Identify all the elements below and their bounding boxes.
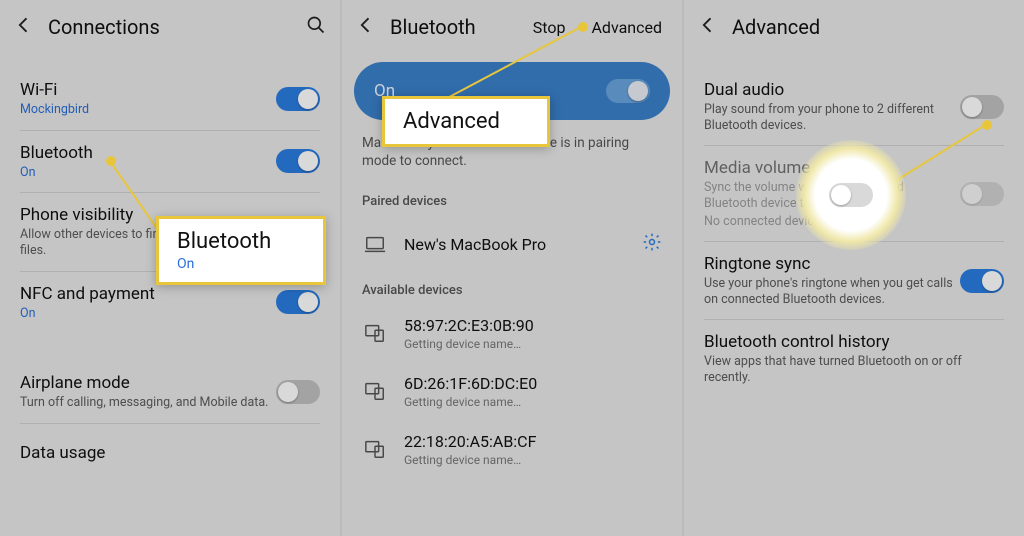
available-device[interactable]: 58:97:2C:E3:0B:90 Getting device name… bbox=[342, 304, 682, 362]
callout-title: Advanced bbox=[403, 109, 529, 134]
devices-icon bbox=[362, 380, 388, 402]
callout-advanced: Advanced bbox=[382, 96, 550, 147]
bluetooth-title: Bluetooth bbox=[20, 143, 276, 163]
dual-audio-toggle[interactable] bbox=[960, 95, 1004, 119]
search-icon[interactable] bbox=[306, 15, 326, 39]
dual-audio-title: Dual audio bbox=[704, 80, 960, 100]
available-device[interactable]: 6D:26:1F:6D:DC:E0 Getting device name… bbox=[342, 362, 682, 420]
device-mac: 58:97:2C:E3:0B:90 bbox=[404, 316, 662, 335]
devices-icon bbox=[362, 322, 388, 344]
nfc-sub: On bbox=[20, 306, 276, 322]
laptop-icon bbox=[362, 233, 388, 255]
row-bluetooth[interactable]: Bluetooth On bbox=[0, 131, 340, 193]
row-airplane[interactable]: Airplane mode Turn off calling, messagin… bbox=[0, 361, 340, 423]
history-sub: View apps that have turned Bluetooth on … bbox=[704, 354, 1004, 385]
available-header: Available devices bbox=[342, 273, 682, 304]
screen-bluetooth: Bluetooth Stop Advanced On Make sure you… bbox=[342, 0, 684, 536]
device-status: Getting device name… bbox=[404, 453, 662, 467]
nfc-title: NFC and payment bbox=[20, 284, 276, 304]
header-title: Bluetooth bbox=[390, 15, 476, 39]
wifi-toggle[interactable] bbox=[276, 87, 320, 111]
advanced-action[interactable]: Advanced bbox=[585, 18, 668, 37]
header: Connections bbox=[0, 0, 340, 54]
bluetooth-sub: On bbox=[20, 165, 276, 181]
bluetooth-toggle[interactable] bbox=[276, 149, 320, 173]
row-ringtone-sync[interactable]: Ringtone sync Use your phone's ringtone … bbox=[684, 242, 1024, 319]
header-title: Connections bbox=[48, 15, 160, 39]
paired-device[interactable]: New's MacBook Pro bbox=[342, 215, 682, 273]
wifi-title: Wi-Fi bbox=[20, 80, 276, 100]
highlight-dot bbox=[106, 156, 116, 166]
highlight-dot bbox=[578, 22, 588, 32]
back-icon[interactable] bbox=[14, 15, 34, 39]
airplane-title: Airplane mode bbox=[20, 373, 276, 393]
bluetooth-master-toggle[interactable] bbox=[606, 79, 650, 103]
data-usage-title: Data usage bbox=[20, 443, 320, 463]
highlight-dot bbox=[982, 120, 992, 130]
airplane-sub: Turn off calling, messaging, and Mobile … bbox=[20, 395, 276, 411]
paired-header: Paired devices bbox=[342, 184, 682, 215]
dual-audio-sub: Play sound from your phone to 2 differen… bbox=[704, 102, 960, 133]
available-device[interactable]: 22:18:20:A5:AB:CF Getting device name… bbox=[342, 420, 682, 478]
screen-advanced: Advanced Dual audio Play sound from your… bbox=[684, 0, 1024, 536]
spotlight-toggle-inner bbox=[829, 183, 873, 207]
ringtone-title: Ringtone sync bbox=[704, 254, 960, 274]
gear-icon[interactable] bbox=[642, 232, 662, 256]
devices-icon bbox=[362, 438, 388, 460]
ringtone-toggle[interactable] bbox=[960, 269, 1004, 293]
row-wifi[interactable]: Wi-Fi Mockingbird bbox=[0, 68, 340, 130]
row-bt-history[interactable]: Bluetooth control history View apps that… bbox=[684, 320, 1024, 397]
history-title: Bluetooth control history bbox=[704, 332, 1004, 352]
device-mac: 22:18:20:A5:AB:CF bbox=[404, 432, 662, 451]
back-icon[interactable] bbox=[698, 15, 718, 39]
row-data-usage[interactable]: Data usage bbox=[0, 424, 340, 482]
device-status: Getting device name… bbox=[404, 337, 662, 351]
wifi-sub: Mockingbird bbox=[20, 102, 276, 118]
back-icon[interactable] bbox=[356, 15, 376, 39]
screen-connections: Connections Wi-Fi Mockingbird Bluetooth … bbox=[0, 0, 342, 536]
device-mac: 6D:26:1F:6D:DC:E0 bbox=[404, 374, 662, 393]
airplane-toggle[interactable] bbox=[276, 380, 320, 404]
device-name: New's MacBook Pro bbox=[404, 235, 626, 254]
header: Bluetooth Stop Advanced bbox=[342, 0, 682, 54]
header-title: Advanced bbox=[732, 15, 820, 39]
media-volume-toggle bbox=[960, 182, 1004, 206]
callout-bluetooth: Bluetooth On bbox=[156, 216, 326, 285]
spotlight-toggle bbox=[796, 140, 906, 250]
ringtone-sub: Use your phone's ringtone when you get c… bbox=[704, 276, 960, 307]
callout-sub: On bbox=[177, 256, 305, 272]
device-status: Getting device name… bbox=[404, 395, 662, 409]
callout-title: Bluetooth bbox=[177, 229, 305, 254]
header: Advanced bbox=[684, 0, 1024, 54]
nfc-toggle[interactable] bbox=[276, 290, 320, 314]
